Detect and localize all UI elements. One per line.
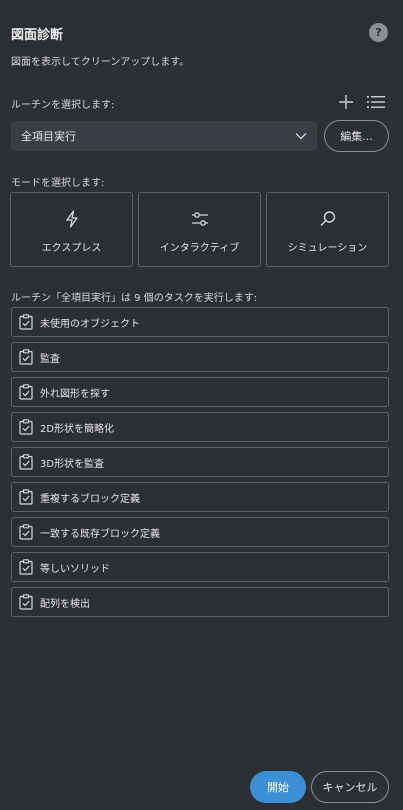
clipboard-check-icon <box>19 419 33 435</box>
task-label: 2D形状を簡略化 <box>40 423 115 435</box>
mode-express-label: エクスプレス <box>41 243 102 254</box>
task-item[interactable]: 等しいソリッド <box>11 552 389 582</box>
task-item[interactable]: 3D形状を監査 <box>11 447 389 477</box>
panel-subtitle: 図面を表示してクリーンアップします。 <box>11 57 190 68</box>
clipboard-check-icon <box>19 524 33 540</box>
task-label: 一致する既存ブロック定義 <box>40 528 160 540</box>
task-item[interactable]: 外れ図形を探す <box>11 377 389 407</box>
clipboard-check-icon <box>19 594 33 610</box>
magnifier-icon <box>320 211 335 226</box>
chevron-down-icon <box>295 133 307 140</box>
task-item[interactable]: 一致する既存ブロック定義 <box>11 517 389 547</box>
task-label: 外れ図形を探す <box>40 388 110 400</box>
sliders-icon <box>191 212 208 226</box>
clipboard-check-icon <box>19 384 33 400</box>
clipboard-check-icon <box>19 559 33 575</box>
task-label: 等しいソリッド <box>40 563 110 575</box>
edit-routine-button[interactable]: 編集... <box>324 120 389 152</box>
routine-label: ルーチンを選択します: <box>11 100 115 111</box>
task-label: 重複するブロック定義 <box>40 493 140 505</box>
clipboard-check-icon <box>19 314 33 330</box>
task-item[interactable]: 未使用のオブジェクト <box>11 307 389 337</box>
task-item[interactable]: 監査 <box>11 342 389 372</box>
mode-label: モードを選択します: <box>11 178 105 189</box>
mode-simulation-label: シミュレーション <box>287 243 368 254</box>
task-label: 未使用のオブジェクト <box>40 318 140 330</box>
add-routine-icon[interactable] <box>338 94 354 110</box>
routine-list-icon[interactable] <box>367 95 385 109</box>
task-label: 監査 <box>40 353 60 365</box>
task-item[interactable]: 配列を検出 <box>11 587 389 617</box>
panel-title: 図面診断 <box>11 28 64 43</box>
lightning-icon <box>65 210 78 228</box>
task-label: 配列を検出 <box>40 598 90 610</box>
help-button[interactable]: ? <box>369 23 388 42</box>
tasks-label: ルーチン「全項目実行」は 9 個のタスクを実行します: <box>11 293 258 304</box>
task-item[interactable]: 2D形状を簡略化 <box>11 412 389 442</box>
routine-select-value: 全項目実行 <box>21 130 76 143</box>
mode-interactive-label: インタラクティブ <box>159 243 240 254</box>
routine-select[interactable]: 全項目実行 <box>11 121 317 151</box>
mode-interactive-button[interactable]: インタラクティブ <box>138 192 261 267</box>
task-item[interactable]: 重複するブロック定義 <box>11 482 389 512</box>
mode-simulation-button[interactable]: シミュレーション <box>266 192 389 267</box>
start-button[interactable]: 開始 <box>250 771 306 803</box>
clipboard-check-icon <box>19 489 33 505</box>
cancel-button[interactable]: キャンセル <box>311 771 389 803</box>
clipboard-check-icon <box>19 454 33 470</box>
task-label: 3D形状を監査 <box>40 458 105 470</box>
mode-express-button[interactable]: エクスプレス <box>10 192 133 267</box>
clipboard-check-icon <box>19 349 33 365</box>
